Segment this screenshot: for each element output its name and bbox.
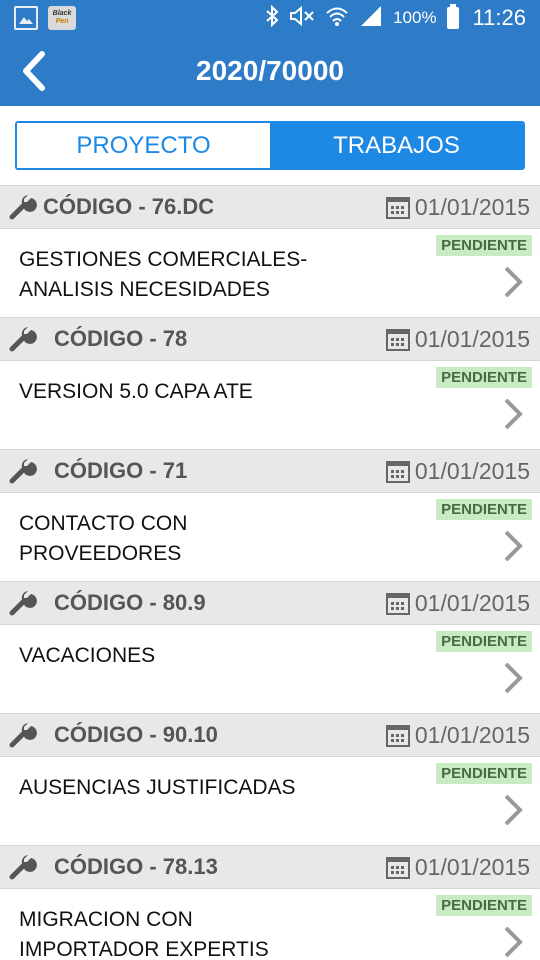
bluetooth-icon xyxy=(265,4,279,32)
wrench-icon xyxy=(8,852,38,882)
clock: 11:26 xyxy=(472,5,526,30)
chevron-right-icon xyxy=(504,398,523,430)
wrench-icon xyxy=(8,588,38,618)
wrench-icon xyxy=(8,192,38,222)
list-section-header: CÓDIGO - 90.10 01/01/2015 xyxy=(0,713,540,757)
list-item[interactable]: GESTIONES COMERCIALES- ANALISIS NECESIDA… xyxy=(0,229,540,317)
code-label: CÓDIGO - 90.10 xyxy=(54,722,218,747)
code-label: CÓDIGO - 78 xyxy=(54,326,188,351)
code-label: CÓDIGO - 78.13 xyxy=(54,854,218,879)
list-item[interactable]: VERSION 5.0 CAPA ATE PENDIENTE xyxy=(0,361,540,449)
item-title: GESTIONES COMERCIALES- ANALISIS NECESIDA… xyxy=(19,248,308,301)
battery-percent: 100% xyxy=(393,8,437,27)
date-label: 01/01/2015 xyxy=(414,325,530,352)
calendar-icon xyxy=(385,857,410,879)
item-title: AUSENCIAS JUSTIFICADAS xyxy=(19,776,296,799)
list-section-header: CÓDIGO - 76.DC 01/01/2015 xyxy=(0,185,540,229)
date-label: 01/01/2015 xyxy=(414,193,530,220)
battery-icon xyxy=(446,4,459,29)
app-icon-text-2: Pen xyxy=(55,18,69,25)
blackpen-notification-icon: Black Pen xyxy=(48,6,76,30)
wrench-icon xyxy=(8,720,38,750)
status-badge: PENDIENTE xyxy=(436,235,532,256)
wrench-icon xyxy=(8,324,38,354)
date-label: 01/01/2015 xyxy=(414,853,530,880)
app-bar: 2020/70000 xyxy=(0,36,540,106)
status-badge: PENDIENTE xyxy=(436,367,532,388)
item-title: MIGRACION CON IMPORTADOR EXPERTIS xyxy=(19,908,269,960)
wifi-icon xyxy=(325,5,349,32)
date-label: 01/01/2015 xyxy=(414,589,530,616)
chevron-right-icon xyxy=(504,662,523,694)
list-item[interactable]: AUSENCIAS JUSTIFICADAS PENDIENTE xyxy=(0,757,540,845)
calendar-icon xyxy=(385,461,410,483)
mute-icon xyxy=(289,5,315,32)
date-label: 01/01/2015 xyxy=(414,721,530,748)
tab-trabajos[interactable]: TRABAJOS xyxy=(270,123,523,168)
status-bar: Black Pen 100% 11:26 xyxy=(0,0,540,36)
wrench-icon xyxy=(8,456,38,486)
list-item[interactable]: MIGRACION CON IMPORTADOR EXPERTIS PENDIE… xyxy=(0,889,540,960)
signal-icon xyxy=(359,5,383,32)
gallery-notification-icon xyxy=(14,6,38,30)
code-label: CÓDIGO - 80.9 xyxy=(54,590,206,615)
status-badge: PENDIENTE xyxy=(436,499,532,520)
item-title: CONTACTO CON PROVEEDORES xyxy=(19,512,188,565)
calendar-icon xyxy=(385,197,410,219)
chevron-right-icon xyxy=(504,266,523,298)
work-list: CÓDIGO - 76.DC 01/01/2015 GESTIONES COME… xyxy=(0,185,540,960)
list-section-header: CÓDIGO - 78 01/01/2015 xyxy=(0,317,540,361)
list-item[interactable]: CONTACTO CON PROVEEDORES PENDIENTE xyxy=(0,493,540,581)
chevron-left-icon xyxy=(23,51,45,91)
list-section-header: CÓDIGO - 71 01/01/2015 xyxy=(0,449,540,493)
list-section-header: CÓDIGO - 80.9 01/01/2015 xyxy=(0,581,540,625)
chevron-right-icon xyxy=(504,530,523,562)
item-title: VACACIONES xyxy=(19,644,156,667)
segmented-tabs: PROYECTO TRABAJOS xyxy=(15,121,525,170)
status-badge: PENDIENTE xyxy=(436,631,532,652)
calendar-icon xyxy=(385,329,410,351)
calendar-icon xyxy=(385,725,410,747)
code-label: CÓDIGO - 76.DC xyxy=(43,194,215,219)
list-item[interactable]: VACACIONES PENDIENTE xyxy=(0,625,540,713)
code-label: CÓDIGO - 71 xyxy=(54,458,188,483)
date-label: 01/01/2015 xyxy=(414,457,530,484)
status-badge: PENDIENTE xyxy=(436,895,532,916)
page-title: 2020/70000 xyxy=(196,55,344,86)
status-badge: PENDIENTE xyxy=(436,763,532,784)
app-icon-text-1: Black xyxy=(52,10,72,17)
list-section-header: CÓDIGO - 78.13 01/01/2015 xyxy=(0,845,540,889)
item-title: VERSION 5.0 CAPA ATE xyxy=(19,380,253,403)
back-button[interactable] xyxy=(10,48,56,94)
chevron-right-icon xyxy=(504,926,523,958)
calendar-icon xyxy=(385,593,410,615)
chevron-right-icon xyxy=(504,794,523,826)
tab-proyecto[interactable]: PROYECTO xyxy=(17,123,270,168)
